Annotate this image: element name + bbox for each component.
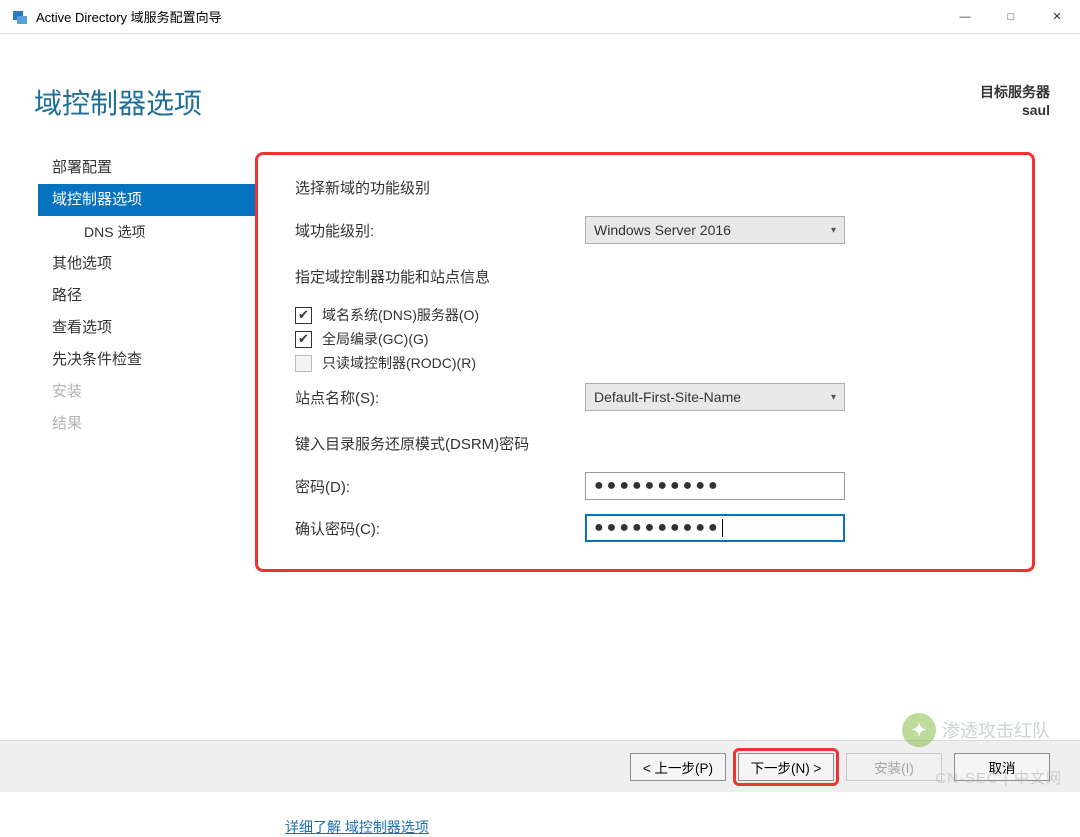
site-name-value: Default-First-Site-Name [594,389,741,405]
chevron-down-icon: ▾ [831,392,836,403]
sidebar-item-review[interactable]: 查看选项 [38,312,255,344]
section-dsrm: 键入目录服务还原模式(DSRM)密码 [295,433,1030,454]
sidebar-item-additional[interactable]: 其他选项 [38,248,255,280]
checkbox-dns-label: 域名系统(DNS)服务器(O) [322,305,479,325]
install-button: 安装(I) [846,753,942,781]
target-server-name: saul [980,102,1050,118]
checkbox-gc-label: 全局编录(GC)(G) [322,329,429,349]
site-name-dropdown[interactable]: Default-First-Site-Name ▾ [585,383,845,411]
target-server-label: 目标服务器 [980,82,1050,102]
header: 域控制器选项 目标服务器 saul [0,34,1080,132]
page-title: 域控制器选项 [34,82,202,122]
section-capabilities: 指定域控制器功能和站点信息 [295,266,1030,287]
next-button[interactable]: 下一步(N) > [738,753,834,781]
checkbox-gc[interactable]: ✔ [295,331,312,348]
content: 选择新域的功能级别 域功能级别: Windows Server 2016 ▾ 指… [255,152,1080,571]
cancel-button[interactable]: 取消 [954,753,1050,781]
domain-level-value: Windows Server 2016 [594,222,731,238]
confirm-password-input[interactable]: ●●●●●●●●●● [585,514,845,542]
sidebar-item-dns-options[interactable]: DNS 选项 [38,216,255,248]
password-value: ●●●●●●●●●● [594,477,721,495]
sidebar-item-dc-options[interactable]: 域控制器选项 [38,184,255,216]
window-title: Active Directory 域服务配置向导 [36,7,942,26]
section-functional-level: 选择新域的功能级别 [295,177,1030,198]
sidebar-item-prereq[interactable]: 先决条件检查 [38,344,255,376]
chevron-down-icon: ▾ [831,225,836,236]
checkbox-dns-row[interactable]: ✔ 域名系统(DNS)服务器(O) [295,305,1030,325]
checkbox-gc-row[interactable]: ✔ 全局编录(GC)(G) [295,329,1030,349]
domain-level-label: 域功能级别: [295,220,585,241]
password-input[interactable]: ●●●●●●●●●● [585,472,845,500]
footer: < 上一步(P) 下一步(N) > 安装(I) 取消 [0,740,1080,792]
minimize-button[interactable]: — [942,0,988,34]
checkbox-rodc-row: 只读域控制器(RODC)(R) [295,353,1030,373]
previous-button[interactable]: < 上一步(P) [630,753,726,781]
site-name-label: 站点名称(S): [295,387,585,408]
confirm-password-label: 确认密码(C): [295,518,585,539]
sidebar-item-deploy-config[interactable]: 部署配置 [38,152,255,184]
more-info-link[interactable]: 详细了解 域控制器选项 [285,817,429,837]
maximize-button[interactable]: □ [988,0,1034,34]
sidebar: 部署配置 域控制器选项 DNS 选项 其他选项 路径 查看选项 先决条件检查 安… [0,152,255,571]
sidebar-item-paths[interactable]: 路径 [38,280,255,312]
confirm-password-value: ●●●●●●●●●● [594,519,721,537]
checkbox-rodc-label: 只读域控制器(RODC)(R) [322,353,476,373]
text-cursor [722,519,723,537]
close-button[interactable]: ✕ [1034,0,1080,34]
sidebar-item-results: 结果 [38,408,255,440]
checkbox-rodc [295,355,312,372]
target-server-box: 目标服务器 saul [980,82,1050,118]
checkbox-dns[interactable]: ✔ [295,307,312,324]
domain-level-dropdown[interactable]: Windows Server 2016 ▾ [585,216,845,244]
password-label: 密码(D): [295,476,585,497]
sidebar-item-install: 安装 [38,376,255,408]
app-icon [12,9,28,25]
titlebar: Active Directory 域服务配置向导 — □ ✕ [0,0,1080,34]
